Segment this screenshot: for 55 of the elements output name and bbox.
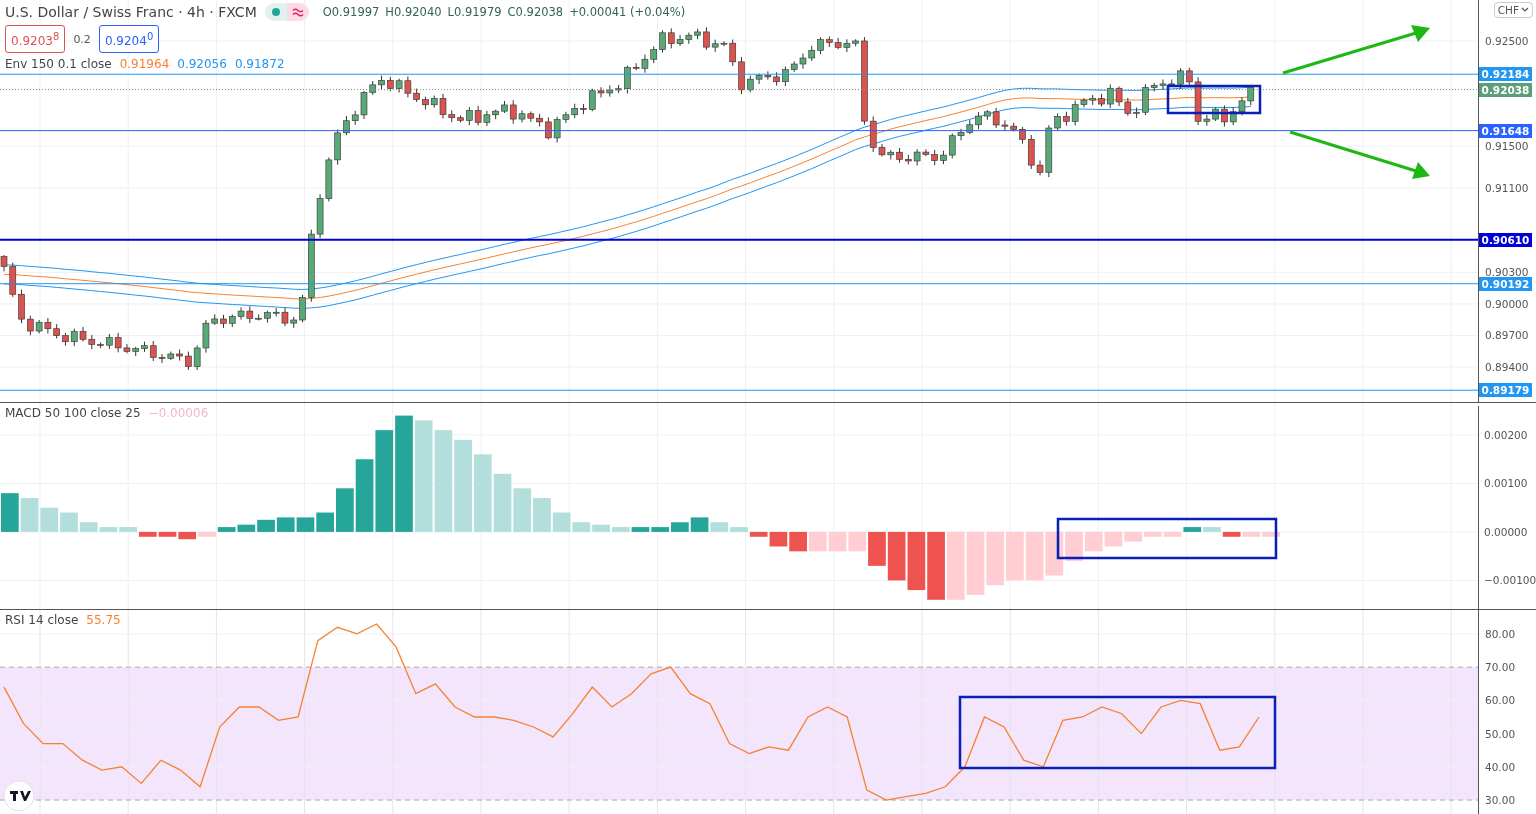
axis-label: 0.00100: [1484, 476, 1528, 492]
indicator-value: 55.75: [86, 613, 121, 627]
price-label: 0.90610: [1479, 232, 1532, 247]
indicator-label: Env 150 0.1 close: [5, 57, 112, 71]
price-line[interactable]: [0, 130, 1478, 132]
axis-label: 40.00: [1485, 759, 1516, 775]
axis-label: 0.91100: [1485, 181, 1529, 197]
caret-icon: [1521, 7, 1529, 13]
axis-label: 0.92500: [1485, 34, 1529, 49]
ohlc-label: L: [447, 5, 454, 19]
axis-label: 0.89700: [1485, 328, 1529, 344]
indicator-label: RSI 14 close: [5, 613, 79, 627]
currency-dropdown[interactable]: CHF: [1493, 2, 1533, 18]
indicator-value: 0.91872: [234, 57, 285, 71]
indicator-value: 0.92056: [177, 57, 227, 71]
ohlc-value: 0.91997: [331, 5, 380, 19]
indicator-label: MACD 50 100 close 25: [5, 406, 141, 420]
price-label: 0.89179: [1479, 383, 1532, 398]
price-change: +0.00041 (+0.04%): [569, 5, 686, 19]
ohlc-label: C: [507, 5, 516, 19]
price-line[interactable]: [0, 89, 1478, 91]
axis-label: 60.00: [1485, 693, 1516, 709]
axis-label: 0.90000: [1485, 296, 1529, 312]
axis-label: 70.00: [1485, 660, 1516, 676]
approx-icon[interactable]: [286, 3, 309, 21]
ohlc-value: 0.92038: [515, 5, 564, 19]
price-label: 0.90192: [1479, 276, 1532, 291]
ohlc-value: 0.91979: [454, 5, 502, 19]
spread-value: 0.2: [73, 32, 91, 46]
axis-label: 80.00: [1485, 626, 1516, 642]
axis-label: 30.00: [1485, 793, 1516, 809]
sell-price-button[interactable]: 0.9203$^{8}$: [5, 25, 66, 53]
buy-price-button[interactable]: 0.9204$^{0}$: [98, 25, 160, 53]
up-arrow[interactable]: [1282, 25, 1430, 75]
indicator-value: 0.91964: [119, 57, 170, 71]
ohlc-label: O: [322, 5, 332, 19]
axis-label: 0.00000: [1484, 524, 1528, 540]
down-arrow[interactable]: [1289, 130, 1430, 179]
ohlc-label: H: [385, 5, 394, 19]
axis-label: 50.00: [1485, 726, 1516, 742]
axis-label: −0.00100: [1484, 573, 1536, 589]
highlight-rectangle[interactable]: [1166, 84, 1262, 115]
symbol-title: U.S. Dollar / Swiss Franc · 4h · FXCM: [5, 4, 257, 20]
axis-label: 0.00200: [1484, 428, 1528, 443]
axis-label: 0.91500: [1485, 139, 1529, 155]
indicator-value: −0.00006: [148, 406, 209, 420]
price-label: 0.92038: [1479, 82, 1532, 97]
price-label: 0.92184: [1479, 67, 1532, 82]
price-line[interactable]: [0, 238, 1478, 241]
price-label: 0.91648: [1479, 123, 1532, 138]
axis-label: 0.89400: [1485, 360, 1529, 375]
highlight-rectangle[interactable]: [958, 695, 1277, 770]
highlight-rectangle[interactable]: [1056, 517, 1278, 560]
logo-icon[interactable]: [3, 780, 35, 812]
ohlc-value: 0.92040: [394, 5, 442, 19]
